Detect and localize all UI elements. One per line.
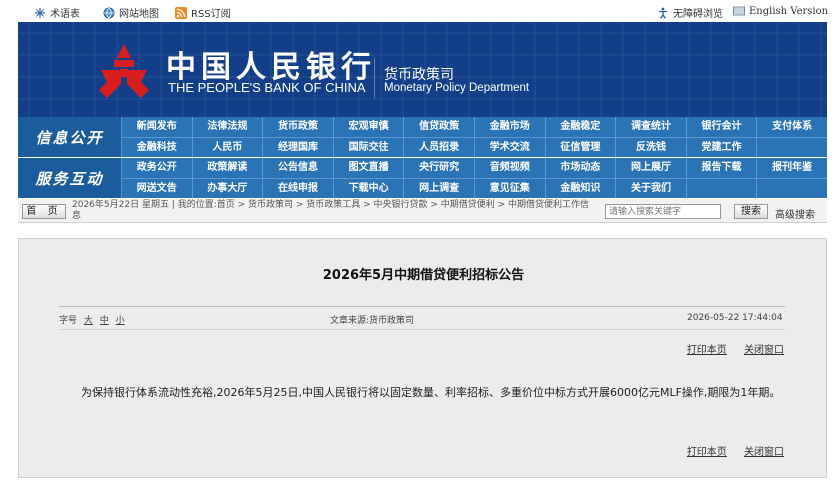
nav-item[interactable]: 报刊年鉴 (756, 158, 827, 178)
article-datetime: 2026-05-22 17:44:04 (687, 313, 783, 323)
breadcrumb: 2026年5月22日 星期五 | 我的位置:首页 > 货币政策司 > 货币政策工… (72, 200, 590, 221)
book-icon (34, 7, 46, 19)
meta-divider-2 (59, 329, 785, 330)
nav-item[interactable]: 调查统计 (615, 117, 686, 137)
nav-section-label-service: 服务互动 (18, 158, 121, 198)
nav-item[interactable]: 金融稳定 (544, 117, 616, 137)
font-size-label: 字号 (59, 316, 78, 326)
nav-item[interactable]: 央行研究 (403, 158, 474, 178)
top-utility-bar: 术语表 网站地图 RSS订阅 无障碍浏览 English Version (0, 0, 837, 22)
nav-item-empty (685, 179, 757, 198)
nav-item[interactable]: 银行会计 (685, 117, 757, 137)
nav-item[interactable]: 办事大厅 (191, 179, 263, 198)
nav-item[interactable]: 学术交流 (473, 138, 545, 157)
font-size-medium[interactable]: 中 (100, 316, 109, 326)
search-input[interactable] (605, 204, 721, 219)
font-size-small[interactable]: 小 (116, 316, 125, 326)
nav-item[interactable]: 网上展厅 (615, 158, 686, 178)
sitemap-link[interactable]: 网站地图 (103, 5, 159, 20)
flag-icon (733, 5, 745, 17)
article-actions-bottom: 打印本页 关闭窗口 (673, 443, 784, 458)
nav-row-1: 新闻发布 法律法规 货币政策 宏观审慎 信贷政策 金融市场 金融稳定 调查统计 … (121, 117, 827, 137)
pboc-logo-icon (99, 44, 149, 98)
nav-item[interactable]: 支付体系 (756, 117, 827, 137)
sitemap-label: 网站地图 (119, 9, 159, 20)
nav-item[interactable]: 报告下载 (685, 158, 757, 178)
nav-item[interactable]: 货币政策 (262, 117, 333, 137)
nav-item[interactable]: 经理国库 (262, 138, 333, 157)
header-banner: 中国人民银行 THE PEOPLE'S BANK OF CHINA 货币政策司 … (18, 22, 827, 117)
accessibility-icon (657, 7, 669, 19)
rss-link[interactable]: RSS订阅 (175, 5, 231, 20)
nav-item-empty (756, 179, 827, 198)
nav-item[interactable]: 金融科技 (121, 138, 192, 157)
department-name-en: Monetary Policy Department (384, 82, 530, 94)
nav-section-label-info: 信息公开 (18, 117, 121, 157)
nav-item[interactable]: 网送文告 (121, 179, 192, 198)
nav-item[interactable]: 政策解读 (191, 158, 263, 178)
glossary-link[interactable]: 术语表 (34, 5, 80, 20)
nav-item[interactable]: 政务公开 (121, 158, 192, 178)
globe-icon (103, 7, 115, 19)
nav-item[interactable]: 金融市场 (473, 117, 545, 137)
nav-item[interactable]: 在线申报 (262, 179, 333, 198)
font-size-large[interactable]: 大 (84, 316, 93, 326)
nav-item-empty (756, 138, 827, 157)
accessibility-label: 无障碍浏览 (673, 9, 723, 20)
english-version-label: English Version (749, 5, 829, 17)
nav-item[interactable]: 征信管理 (544, 138, 616, 157)
rss-label: RSS订阅 (191, 9, 231, 20)
home-button[interactable]: 首 页 (22, 204, 66, 219)
nav-item[interactable]: 市场动态 (544, 158, 616, 178)
meta-divider (59, 306, 785, 307)
nav-item[interactable]: 国际交往 (332, 138, 404, 157)
banner-divider (374, 58, 375, 98)
article-title: 2026年5月中期借贷便利招标公告 (322, 268, 525, 283)
rss-icon (175, 6, 187, 19)
nav-section-service: 服务互动 政务公开 政策解读 公告信息 图文直播 央行研究 音频视频 市场动态 … (18, 158, 827, 198)
article-actions-top: 打印本页 关闭窗口 (673, 341, 784, 356)
nav-item[interactable]: 金融知识 (544, 179, 616, 198)
close-window-link[interactable]: 关闭窗口 (744, 447, 784, 458)
nav-row-4: 网送文告 办事大厅 在线申报 下载中心 网上调查 意见征集 金融知识 关于我们 (121, 178, 827, 198)
bank-name-en: THE PEOPLE'S BANK OF CHINA (168, 80, 366, 95)
article-body: 为保持银行体系流动性充裕,2026年5月25日,中国人民银行将以固定数量、利率招… (81, 386, 781, 399)
nav-item[interactable]: 法律法规 (191, 117, 263, 137)
advanced-search-link[interactable]: 高级搜索 (775, 206, 815, 221)
nav-item[interactable]: 音频视频 (473, 158, 545, 178)
article-panel: 2026年5月中期借贷便利招标公告 字号 大 中 小 文章来源:货币政策司 20… (18, 238, 827, 478)
nav-row-2: 金融科技 人民币 经理国库 国际交往 人员招录 学术交流 征信管理 反洗钱 党建… (121, 137, 827, 157)
nav-item[interactable]: 人员招录 (403, 138, 474, 157)
nav-item[interactable]: 意见征集 (473, 179, 545, 198)
search-button[interactable]: 搜索 (734, 204, 768, 219)
breadcrumb-bar: 首 页 2026年5月22日 星期五 | 我的位置:首页 > 货币政策司 > 货… (18, 199, 827, 223)
nav-item[interactable]: 网上调查 (403, 179, 474, 198)
font-size-control: 字号 大 中 小 (59, 313, 125, 326)
nav-item[interactable]: 关于我们 (615, 179, 686, 198)
nav-row-3: 政务公开 政策解读 公告信息 图文直播 央行研究 音频视频 市场动态 网上展厅 … (121, 158, 827, 178)
nav-item[interactable]: 党建工作 (685, 138, 757, 157)
nav-item[interactable]: 宏观审慎 (332, 117, 404, 137)
nav-item[interactable]: 反洗钱 (615, 138, 686, 157)
nav-item[interactable]: 人民币 (191, 138, 263, 157)
nav-item[interactable]: 下载中心 (332, 179, 404, 198)
nav-item[interactable]: 图文直播 (332, 158, 404, 178)
english-version-link[interactable]: English Version (733, 5, 828, 17)
nav-item[interactable]: 新闻发布 (121, 117, 192, 137)
print-page-link[interactable]: 打印本页 (687, 345, 727, 356)
nav-item[interactable]: 信贷政策 (403, 117, 474, 137)
nav-item[interactable]: 公告信息 (262, 158, 333, 178)
print-page-link[interactable]: 打印本页 (687, 447, 727, 458)
article-source: 文章来源:货币政策司 (330, 316, 415, 326)
main-navigation: 信息公开 新闻发布 法律法规 货币政策 宏观审慎 信贷政策 金融市场 金融稳定 … (18, 117, 827, 199)
glossary-label: 术语表 (50, 9, 80, 20)
close-window-link[interactable]: 关闭窗口 (744, 345, 784, 356)
nav-section-info: 信息公开 新闻发布 法律法规 货币政策 宏观审慎 信贷政策 金融市场 金融稳定 … (18, 117, 827, 157)
department-name-cn: 货币政策司 (384, 67, 454, 83)
accessibility-link[interactable]: 无障碍浏览 (657, 5, 723, 20)
